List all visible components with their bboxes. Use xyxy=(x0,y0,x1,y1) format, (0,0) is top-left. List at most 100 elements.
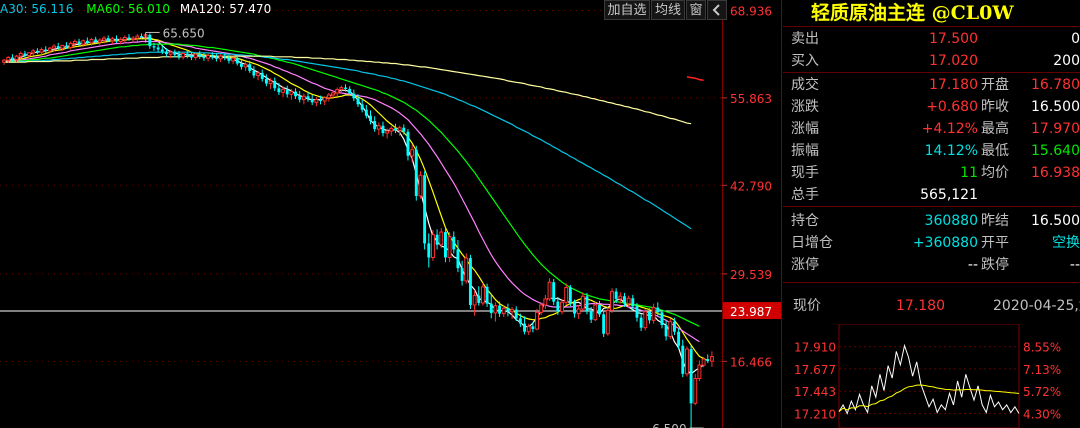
candle xyxy=(314,96,319,107)
candle xyxy=(198,50,202,59)
candle xyxy=(452,231,456,254)
quote-date: 2020-04-25,六 xyxy=(993,298,1080,314)
candle xyxy=(639,314,643,332)
quote-label: 涨幅 xyxy=(791,121,819,137)
mini-price-tick: 17.210 xyxy=(794,407,836,421)
extra-line xyxy=(686,76,704,82)
candle xyxy=(252,66,256,79)
chart-grid xyxy=(0,0,782,428)
candle xyxy=(681,339,685,378)
candle xyxy=(477,286,481,306)
quote-value: +360880 xyxy=(912,235,978,251)
candle xyxy=(352,89,356,101)
candle xyxy=(214,53,218,62)
candle xyxy=(360,99,364,113)
candle xyxy=(39,47,44,55)
candle xyxy=(643,308,648,331)
candle xyxy=(335,87,340,97)
ma-line-ma20 xyxy=(3,40,700,343)
candle xyxy=(373,116,377,132)
mini-price-tick: 17.910 xyxy=(794,341,836,355)
candle xyxy=(552,278,556,305)
candle xyxy=(447,232,452,263)
candle xyxy=(389,126,394,136)
mini-price-line xyxy=(838,343,1020,415)
candle xyxy=(709,351,714,367)
panel-separator xyxy=(783,72,1080,73)
intraday-mini-chart: 17.910 8.55% 17.677 7.13% 17.443 5.72% 17.210 4… xyxy=(794,324,1061,428)
candle xyxy=(294,88,298,99)
legend-item: MA60: 56.010 xyxy=(86,2,170,16)
candle xyxy=(31,48,36,56)
candle xyxy=(110,36,115,45)
quote-value-2: 15.640 xyxy=(1031,143,1080,159)
quote-value: -- xyxy=(967,257,978,273)
add-watchlist-button[interactable]: 加自选 xyxy=(604,0,650,20)
candle xyxy=(148,33,152,49)
collapse-chevron-icon[interactable] xyxy=(707,0,727,20)
quote-value: 17.020 xyxy=(929,53,978,69)
quote-label: 卖出 xyxy=(791,31,819,47)
ma-line-ma10 xyxy=(3,38,709,362)
panel-separator xyxy=(783,26,1080,27)
candle xyxy=(235,55,239,66)
chevron-left-icon xyxy=(712,4,720,16)
candle xyxy=(44,46,48,53)
current-price-label: 23.987 xyxy=(730,305,772,319)
quote-label-2: 昨结 xyxy=(981,213,1009,229)
candle xyxy=(506,303,510,317)
candle xyxy=(693,373,698,406)
y-tick-label: 68.936 xyxy=(730,4,772,18)
y-tick-label: 42.790 xyxy=(730,179,772,193)
ma-line-ma5 xyxy=(3,36,704,375)
quote-label: 买入 xyxy=(791,53,819,69)
candle xyxy=(493,302,498,322)
y-tick-label: 55.863 xyxy=(730,92,772,106)
svg-text:65.650: 65.650 xyxy=(163,26,205,40)
quote-label-2: 昨收 xyxy=(981,99,1009,115)
quote-row: 涨幅 +4.12% 最高 17.970 xyxy=(783,118,1080,140)
quote-value: 360880 xyxy=(924,213,978,229)
current-price-value: 17.180 xyxy=(896,298,945,314)
quote-value: 565,121 xyxy=(920,187,978,203)
candle xyxy=(156,44,160,53)
candle xyxy=(418,171,423,199)
candle xyxy=(364,104,368,119)
quote-label-2: 最低 xyxy=(981,143,1009,159)
quote-label: 涨停 xyxy=(791,257,819,273)
candle xyxy=(523,316,527,335)
candle xyxy=(510,306,515,319)
candle xyxy=(193,52,198,61)
candle xyxy=(439,228,444,249)
candle xyxy=(460,260,464,286)
candle xyxy=(684,346,689,377)
candle xyxy=(602,310,606,338)
candle xyxy=(427,233,431,268)
candle xyxy=(485,283,489,307)
candle xyxy=(326,92,331,102)
candle xyxy=(464,253,469,284)
candle xyxy=(651,303,656,324)
candle xyxy=(35,48,39,55)
quote-label: 总手 xyxy=(791,187,819,203)
candle xyxy=(115,35,118,43)
current-price-row: 现价 17.180 2020-04-25,六 xyxy=(783,295,1080,317)
quote-row: 涨停 -- 跌停 -- xyxy=(783,254,1080,276)
quote-value-2: 16.500 xyxy=(1031,99,1080,115)
candle xyxy=(135,34,140,42)
quote-label: 成交 xyxy=(791,77,819,93)
candle xyxy=(443,227,447,263)
quote-label: 持仓 xyxy=(791,213,819,229)
candle xyxy=(239,59,243,70)
quote-label: 现手 xyxy=(791,165,819,181)
candle xyxy=(480,282,485,306)
candle xyxy=(285,85,289,98)
moving-average-toggle-button[interactable]: 均线 xyxy=(651,0,685,20)
candle xyxy=(560,298,564,315)
window-button[interactable]: 窗 xyxy=(686,0,706,20)
candle xyxy=(423,171,427,250)
candle xyxy=(593,301,598,321)
svg-text:6.500: 6.500 xyxy=(652,422,686,428)
candle xyxy=(435,229,439,250)
quote-label: 振幅 xyxy=(791,143,819,159)
